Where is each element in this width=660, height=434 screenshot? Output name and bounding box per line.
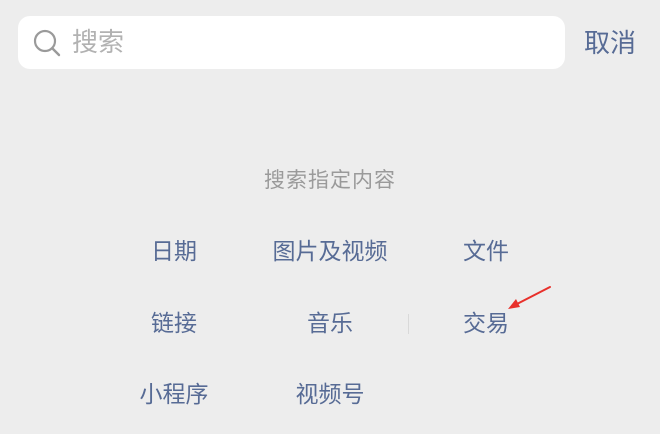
category-channels[interactable]: 视频号: [230, 373, 430, 417]
section-title: 搜索指定内容: [264, 168, 396, 192]
search-input[interactable]: [72, 27, 512, 58]
search-icon: [32, 28, 62, 58]
category-files[interactable]: 文件: [386, 230, 586, 274]
cancel-button[interactable]: 取消: [584, 24, 636, 64]
category-transactions[interactable]: 交易: [386, 302, 586, 346]
search-bar[interactable]: [18, 16, 565, 69]
red-arrow-icon: [508, 286, 551, 309]
